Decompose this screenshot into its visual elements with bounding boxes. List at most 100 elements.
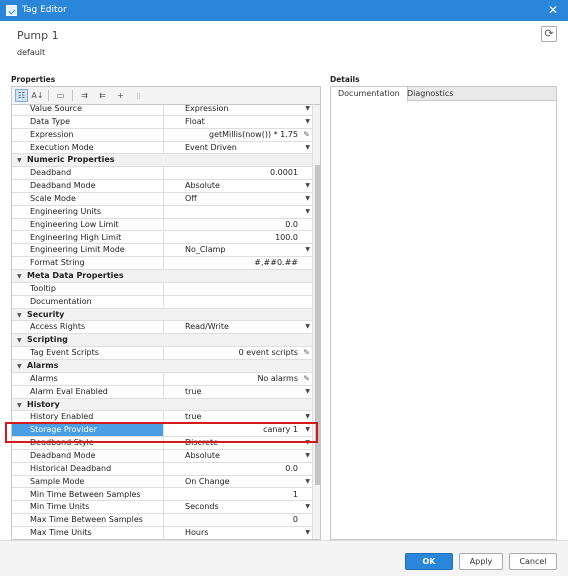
- tab-diagnostics[interactable]: Diagnostics: [400, 87, 460, 101]
- category-row[interactable]: ▼ Meta Data Properties: [12, 270, 312, 283]
- property-value-cell[interactable]: No_Clamp ▼: [164, 244, 312, 256]
- ok-button[interactable]: OK: [405, 553, 453, 570]
- property-row[interactable]: Sample Mode On Change ▼: [12, 475, 312, 489]
- property-value-cell[interactable]: No alarms ✎: [164, 373, 312, 385]
- edit-pencil-icon[interactable]: ✎: [303, 347, 310, 359]
- property-row[interactable]: Max Time Units Hours ▼: [12, 527, 312, 539]
- dropdown-arrow-icon[interactable]: ▼: [305, 206, 310, 218]
- category-row[interactable]: ▼ Numeric Properties: [12, 154, 312, 168]
- refresh-button[interactable]: ⟳: [541, 26, 557, 42]
- property-row[interactable]: Deadband Mode Absolute ▼: [12, 180, 312, 193]
- dropdown-arrow-icon[interactable]: ▼: [305, 501, 310, 513]
- property-value-cell[interactable]: 0: [164, 514, 312, 526]
- category-row[interactable]: ▼ Alarms: [12, 360, 312, 373]
- property-value-cell[interactable]: 1: [164, 489, 312, 501]
- property-value-cell[interactable]: Read/Write ▼: [164, 321, 312, 333]
- apply-button[interactable]: Apply: [459, 553, 503, 570]
- category-row[interactable]: ▼ History: [12, 398, 312, 412]
- property-row[interactable]: Max Time Between Samples 0: [12, 514, 312, 528]
- dropdown-arrow-icon[interactable]: ▼: [305, 527, 310, 539]
- property-value-cell[interactable]: Off ▼: [164, 193, 312, 205]
- property-value-cell[interactable]: Absolute ▼: [164, 180, 312, 192]
- collapse-arrow-icon[interactable]: ▼: [17, 155, 27, 167]
- property-row[interactable]: Access Rights Read/Write ▼: [12, 321, 312, 335]
- dropdown-arrow-icon[interactable]: ▼: [305, 450, 310, 462]
- collapse-arrow-icon[interactable]: ▼: [17, 271, 27, 283]
- property-row[interactable]: Documentation: [12, 295, 312, 309]
- property-row[interactable]: Execution Mode Event Driven ▼: [12, 141, 312, 155]
- property-row[interactable]: Min Time Between Samples 1: [12, 488, 312, 502]
- property-value-cell[interactable]: Seconds ▼: [164, 501, 312, 513]
- property-value-cell[interactable]: 0.0: [164, 463, 312, 475]
- edit-pencil-icon[interactable]: ✎: [303, 373, 310, 385]
- property-value-cell[interactable]: On Change ▼: [164, 476, 312, 488]
- properties-title: Properties: [11, 75, 56, 84]
- collapse-all-icon[interactable]: ⇇: [96, 89, 109, 102]
- property-row[interactable]: Alarms No alarms ✎: [12, 372, 312, 386]
- property-value-cell[interactable]: #,##0.##: [164, 257, 312, 269]
- property-row[interactable]: Engineering Limit Mode No_Clamp ▼: [12, 244, 312, 258]
- property-value-cell[interactable]: true ▼: [164, 386, 312, 398]
- property-label: Alarm Eval Enabled: [12, 385, 164, 398]
- property-row[interactable]: Tooltip: [12, 282, 312, 296]
- property-value-cell[interactable]: 100.0: [164, 232, 312, 244]
- property-row[interactable]: Data Type Float ▼: [12, 115, 312, 129]
- property-value-cell[interactable]: Event Driven ▼: [164, 142, 312, 154]
- property-row[interactable]: Deadband 0.0001: [12, 167, 312, 181]
- dropdown-arrow-icon[interactable]: ▼: [305, 105, 310, 115]
- category-text: Security: [27, 309, 65, 319]
- property-row[interactable]: Historical Deadband 0.0: [12, 462, 312, 476]
- property-row[interactable]: Engineering Low Limit 0.0: [12, 218, 312, 232]
- property-value-cell[interactable]: Absolute ▼: [164, 450, 312, 462]
- dropdown-arrow-icon[interactable]: ▼: [305, 321, 310, 333]
- category-label: ▼ Alarms: [17, 360, 58, 373]
- property-value-cell[interactable]: [164, 296, 312, 308]
- property-row[interactable]: Min Time Units Seconds ▼: [12, 501, 312, 515]
- delete-icon[interactable]: ▯: [132, 89, 145, 102]
- sort-alpha-icon[interactable]: A↓: [31, 89, 44, 102]
- collapse-arrow-icon[interactable]: ▼: [17, 400, 27, 412]
- edit-pencil-icon[interactable]: ✎: [303, 129, 310, 141]
- property-value: true: [185, 386, 202, 396]
- dropdown-arrow-icon[interactable]: ▼: [305, 116, 310, 128]
- property-value-cell[interactable]: 0.0001: [164, 167, 312, 179]
- tab-documentation[interactable]: Documentation: [331, 87, 408, 102]
- add-icon[interactable]: +: [114, 89, 127, 102]
- property-value-cell[interactable]: 0.0: [164, 219, 312, 231]
- dropdown-arrow-icon[interactable]: ▼: [305, 180, 310, 192]
- collapse-arrow-icon[interactable]: ▼: [17, 335, 27, 347]
- property-row[interactable]: Scale Mode Off ▼: [12, 192, 312, 206]
- property-value-cell[interactable]: ▼: [164, 206, 312, 218]
- expand-all-icon[interactable]: ⇉: [78, 89, 91, 102]
- property-row[interactable]: Value Source Expression ▼: [12, 105, 312, 116]
- category-row[interactable]: ▼ Security: [12, 308, 312, 322]
- dropdown-arrow-icon[interactable]: ▼: [305, 193, 310, 205]
- property-row[interactable]: Engineering High Limit 100.0: [12, 231, 312, 245]
- close-icon[interactable]: ✕: [548, 3, 558, 17]
- property-row[interactable]: Tag Event Scripts 0 event scripts ✎: [12, 347, 312, 360]
- collapse-arrow-icon[interactable]: ▼: [17, 361, 27, 373]
- dropdown-arrow-icon[interactable]: ▼: [305, 244, 310, 256]
- property-value-cell[interactable]: Hours ▼: [164, 527, 312, 539]
- property-row[interactable]: Format String #,##0.##: [12, 257, 312, 271]
- property-row[interactable]: Deadband Mode Absolute ▼: [12, 449, 312, 463]
- property-row[interactable]: Engineering Units ▼: [12, 205, 312, 219]
- property-row[interactable]: Expression getMillis(now()) * 1.75 ✎: [12, 128, 312, 142]
- collapse-arrow-icon[interactable]: ▼: [17, 310, 27, 322]
- dropdown-arrow-icon[interactable]: ▼: [305, 142, 310, 154]
- property-value-cell[interactable]: Expression ▼: [164, 105, 312, 115]
- property-value-cell[interactable]: Float ▼: [164, 116, 312, 128]
- cancel-button[interactable]: Cancel: [509, 553, 557, 570]
- categorized-view-icon[interactable]: ☷: [15, 89, 28, 102]
- grid-scrollbar[interactable]: [312, 105, 320, 539]
- property-value-cell[interactable]: getMillis(now()) * 1.75 ✎: [164, 129, 312, 141]
- dropdown-arrow-icon[interactable]: ▼: [305, 476, 310, 488]
- property-value-cell[interactable]: 0 event scripts ✎: [164, 347, 312, 359]
- property-value-cell[interactable]: [164, 283, 312, 295]
- tag-icon[interactable]: ▭: [54, 89, 67, 102]
- property-label: Deadband Mode: [12, 449, 164, 462]
- tag-header: Pump 1 default ⟳: [0, 21, 568, 67]
- dropdown-arrow-icon[interactable]: ▼: [305, 386, 310, 398]
- property-row[interactable]: Alarm Eval Enabled true ▼: [12, 385, 312, 399]
- category-row[interactable]: ▼ Scripting: [12, 334, 312, 348]
